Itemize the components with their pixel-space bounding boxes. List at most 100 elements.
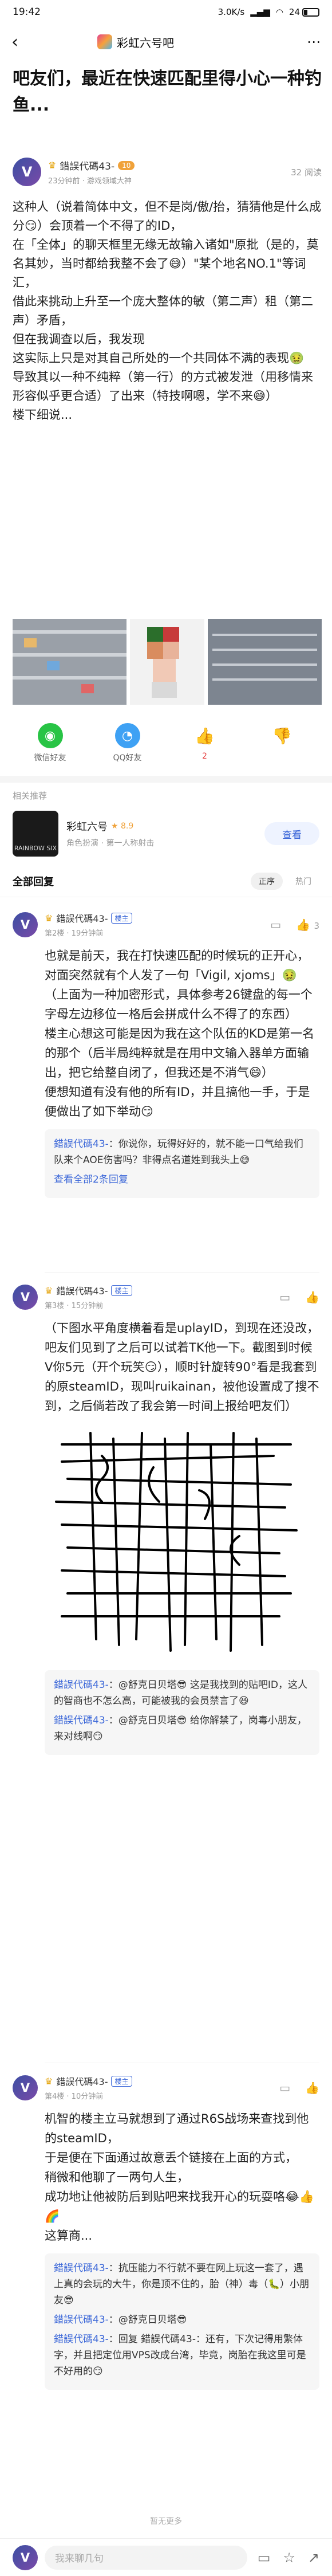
author-name-line: ♛ 錯誤代碼43- 楼主 <box>45 911 132 925</box>
image-detail <box>81 684 94 693</box>
post-body: 这种人（说着简体中文，但不是岗/傲/抬，猜猜他是什么成分😏）会顶着一个不得了的I… <box>13 198 322 425</box>
sub-reply-author[interactable]: 錯誤代碼43- <box>54 1679 109 1691</box>
sub-reply[interactable]: 錯誤代碼43-：@舒克日贝塔😎 给你解禁了，岗毒小朋友，来对线啊😏 <box>54 1713 310 1745</box>
related-forum-name-line: 彩虹六号 ★ 8.9 <box>66 819 154 834</box>
thumb-up-icon[interactable]: 👍 3 <box>296 918 319 932</box>
thumb-up-icon: 👍 <box>195 726 215 745</box>
author-name[interactable]: 錯誤代碼43- <box>60 158 114 172</box>
sub-reply[interactable]: 錯誤代碼43-：@舒克日贝塔😎 这是我找到的贴吧ID，这人的智商也不怎么高，可能… <box>54 1677 310 1709</box>
image-detail <box>212 678 317 681</box>
handwritten-strokes <box>55 1432 298 1652</box>
sort-hot-button[interactable]: 热门 <box>287 873 319 890</box>
share-qq-label: QQ好友 <box>113 753 142 763</box>
sub-reply-author[interactable]: 錯誤代碼43- <box>54 1138 109 1150</box>
related-forum-card[interactable]: RAINBOW SIX 彩虹六号 ★ 8.9 角色扮演 · 第一人称射击 查看 <box>13 809 319 858</box>
comment-input[interactable]: 我来聊几句 <box>45 2545 247 2570</box>
thumb-up-icon[interactable]: 👍 <box>305 2081 319 2095</box>
image-detail <box>47 661 60 670</box>
crown-icon: ♛ <box>45 912 53 924</box>
comment-icon[interactable]: ▭ <box>270 918 281 932</box>
post-paragraph: 导致其以一种不纯粹（第一行）的方式被发泄（用移情来形容似乎更合适）了出来（特技啊… <box>13 370 313 403</box>
sub-replies: 錯誤代碼43-：抗压能力不行就不要在网上玩这一套了，遇上真的会玩的大牛，你是顶不… <box>45 2253 319 2390</box>
comment-icon[interactable]: ▭ <box>279 2081 290 2095</box>
op-badge: 楼主 <box>111 912 132 924</box>
post-paragraph: 借此来挑动上升至一个庞大整体的敏（第二声）租（第二声）矛盾， <box>13 294 313 327</box>
floor-paragraph: （上面为一种加密形式，具体参考26键盘的每一个字母左边移位一格后会拼成什么不得了… <box>45 988 313 1021</box>
floor-paragraph: （下图水平角度横着看是uplayID，到现在还没改，吧友们见到了之后可以试着TK… <box>45 1321 319 1413</box>
author-meta: ♛ 錯誤代碼43- 楼主 第2楼 · 19分钟前 <box>45 911 132 938</box>
sub-reply[interactable]: 錯誤代碼43-：抗压能力不行就不要在网上玩这一套了，遇上真的会玩的大牛，你是顶不… <box>54 2260 310 2308</box>
image-detail <box>212 649 317 651</box>
sub-reply-author[interactable]: 錯誤代碼43- <box>54 2263 109 2274</box>
author-name[interactable]: 錯誤代碼43- <box>56 2074 108 2088</box>
floor-paragraph: 稍微和他聊了一两句人生， <box>45 2170 189 2184</box>
sort-ascending-button[interactable]: 正序 <box>251 872 283 890</box>
image-detail <box>147 642 163 659</box>
more-icon[interactable]: ⋯ <box>307 34 321 50</box>
sub-reply[interactable]: 錯誤代碼43-：回复 錯誤代碼43-：还有，下次记得用繁体字，并且把定位用VPS… <box>54 2331 310 2379</box>
author-name[interactable]: 錯誤代碼43- <box>56 911 108 925</box>
author-sub: 23分钟前 · 游戏领域大神 <box>48 177 132 186</box>
post-image-pixelated[interactable] <box>130 619 204 705</box>
share-icon[interactable]: ↗ <box>308 2550 319 2566</box>
floor-content: 也就是前天，我在打快速匹配的时候玩的正开心，对面突然就有个人发了一句「Vigil… <box>45 946 319 1121</box>
forum-logo-icon <box>97 34 112 49</box>
share-wechat-button[interactable]: ◉ 微信好友 <box>22 723 79 775</box>
network-speed: 3.0K/s <box>218 7 245 17</box>
post-paragraph: 楼下细说... <box>13 408 73 422</box>
comment-icon[interactable]: ▭ <box>279 1290 290 1304</box>
back-arrow-icon[interactable]: ‹ <box>11 32 34 52</box>
nav-actions: ⋯ <box>307 34 321 50</box>
floor-divider <box>45 1272 319 1273</box>
replies-header: 全部回复 正序 热门 <box>0 865 332 897</box>
image-detail <box>147 627 163 642</box>
battery-text: 24 <box>288 7 300 17</box>
author-meta: ♛ 錯誤代碼43- 楼主 第3楼 · 15分钟前 <box>45 1283 132 1310</box>
sub-reply[interactable]: 錯誤代碼43-：你说你，玩得好好的，就不能一口气给我们队来个AOE伤害吗？非得点… <box>54 1136 310 1168</box>
floor-content: 机智的楼主立马就想到了通过R6S战场来查找到他的steamID， 于是便在下面通… <box>45 2109 319 2245</box>
floor-like-count: 3 <box>314 920 319 931</box>
star-icon[interactable]: ☆ <box>283 2550 295 2566</box>
post-images <box>13 619 322 705</box>
sub-reply-author[interactable]: 錯誤代碼43- <box>54 2334 109 2345</box>
replies-title: 全部回复 <box>13 875 54 888</box>
avatar[interactable]: V <box>13 912 38 937</box>
author-meta: ♛ 錯誤代碼43- 楼主 第4楼 · 10分钟前 <box>45 2074 132 2101</box>
related-forum-name: 彩虹六号 <box>66 821 108 833</box>
comment-icon[interactable]: ▭ <box>258 2550 271 2566</box>
sub-reply-author[interactable]: 錯誤代碼43- <box>54 1715 109 1726</box>
reply-floor: V ♛ 錯誤代碼43- 楼主 第3楼 · 15分钟前 ▭ 👍 （下图水平角度横着… <box>0 1283 332 1755</box>
avatar[interactable]: V <box>13 1284 38 1310</box>
post-paragraph: 但在我调查以后，我发现 <box>13 332 145 346</box>
share-qq-button[interactable]: ◔ QQ好友 <box>99 723 156 775</box>
forum-chip[interactable]: 彩虹六号吧 <box>97 34 174 50</box>
floor-content: （下图水平角度横着看是uplayID，到现在还没改，吧友们见到了之后可以试着TK… <box>45 1318 319 1416</box>
thumb-up-icon[interactable]: 👍 <box>305 1290 319 1304</box>
floor-head: V ♛ 錯誤代碼43- 楼主 第4楼 · 10分钟前 ▭ 👍 <box>13 2074 319 2101</box>
post-image[interactable] <box>208 619 322 705</box>
sub-reply[interactable]: 錯誤代碼43-：@舒克日贝塔😎 <box>54 2312 310 2328</box>
post-image[interactable] <box>13 619 127 705</box>
avatar[interactable]: V <box>13 2075 38 2100</box>
handwritten-id-image[interactable] <box>45 1421 309 1662</box>
like-button[interactable]: 👍 2 <box>176 723 234 775</box>
post-paragraph: 在「全体」的聊天框里无缘无故输入诸如"原批（是的，莫名其妙，当时都给我整不会了😅… <box>13 238 319 289</box>
dislike-button[interactable]: 👎 <box>254 723 311 775</box>
avatar[interactable]: V <box>13 158 41 186</box>
view-forum-button[interactable]: 查看 <box>264 822 319 845</box>
signal-icon: ▂▄▆ <box>250 7 270 17</box>
sort-toggle: 正序 热门 <box>251 872 319 890</box>
battery-indicator: 24 <box>289 7 319 17</box>
author-name[interactable]: 錯誤代碼43- <box>56 1283 108 1297</box>
avatar[interactable]: V <box>13 2544 38 2570</box>
floor-paragraph: 也就是前天，我在打快速匹配的时候玩的正开心，对面突然就有个人发了一句「Vigil… <box>45 949 309 982</box>
view-all-replies-link[interactable]: 查看全部2条回复 <box>54 1172 310 1188</box>
post-title: 吧友们，最近在快速匹配里得小心一种钓鱼... <box>13 69 322 115</box>
sub-reply-author[interactable]: 錯誤代碼43- <box>54 2314 109 2326</box>
author-name-line: ♛ 錯誤代碼43- 楼主 <box>45 2074 132 2088</box>
nav-bar: ‹ 彩虹六号吧 ⋯ <box>0 24 332 60</box>
related-forum-desc: 角色扮演 · 第一人称射击 <box>66 839 155 848</box>
floor-actions: ▭ 👍 <box>279 2081 319 2095</box>
author-meta: ♛ 錯誤代碼43- 10 23分钟前 · 游戏领域大神 <box>48 158 135 186</box>
crown-icon: ♛ <box>45 1285 53 1296</box>
